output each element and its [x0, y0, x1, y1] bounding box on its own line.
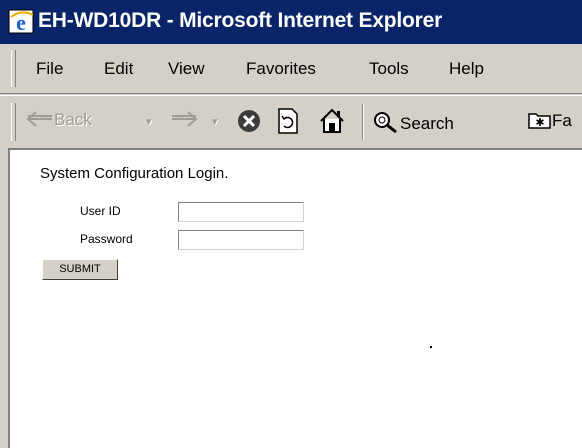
- search-label: Search: [400, 114, 454, 133]
- menu-edit[interactable]: Edit: [104, 59, 133, 79]
- favorites-folder-icon: ✱: [528, 113, 551, 129]
- user-id-label: User ID: [80, 204, 121, 218]
- title-bar: e EH-WD10DR - Microsoft Internet Explore…: [0, 0, 582, 44]
- content-area: System Configuration Login. User ID Pass…: [0, 148, 582, 448]
- window-title: EH-WD10DR - Microsoft Internet Explorer: [38, 9, 443, 32]
- menu-file[interactable]: File: [36, 59, 63, 79]
- page-viewport: System Configuration Login. User ID Pass…: [8, 148, 582, 448]
- back-arrow-icon: [26, 111, 52, 127]
- forward-arrow-icon: [172, 111, 198, 127]
- menu-tools[interactable]: Tools: [369, 59, 409, 79]
- search-icon: [374, 112, 397, 134]
- forward-dropdown-arrow-icon[interactable]: ▾: [212, 115, 218, 128]
- search-button[interactable]: Search: [372, 110, 454, 134]
- home-icon[interactable]: [318, 107, 346, 135]
- favorites-button[interactable]: ✱ Fa: [528, 110, 572, 131]
- toolbar-separator: [362, 104, 364, 140]
- favorites-label: Fa: [552, 111, 572, 130]
- menu-help[interactable]: Help: [449, 59, 484, 79]
- back-dropdown-arrow-icon[interactable]: ▾: [146, 115, 152, 128]
- menu-view[interactable]: View: [168, 59, 205, 79]
- submit-button[interactable]: SUBMIT: [42, 259, 118, 280]
- menu-favorites[interactable]: Favorites: [246, 59, 316, 79]
- page-title: System Configuration Login.: [40, 165, 229, 182]
- menu-bar: File Edit View Favorites Tools Help: [0, 44, 582, 94]
- user-id-input[interactable]: [178, 202, 304, 222]
- stop-icon[interactable]: [236, 108, 262, 134]
- password-input[interactable]: [178, 230, 304, 250]
- toolbar: Back ▾ ▾ Search ✱ Fa: [0, 95, 582, 148]
- ie-logo-icon: e: [8, 9, 34, 35]
- toolbar-grip[interactable]: [11, 103, 16, 141]
- forward-button[interactable]: [170, 110, 198, 130]
- svg-text:✱: ✱: [535, 117, 544, 129]
- back-label: Back: [54, 110, 92, 129]
- refresh-icon[interactable]: [276, 107, 300, 135]
- page-dot: [430, 346, 432, 348]
- password-label: Password: [80, 232, 133, 246]
- back-button[interactable]: Back: [26, 110, 92, 130]
- menubar-grip[interactable]: [11, 50, 16, 87]
